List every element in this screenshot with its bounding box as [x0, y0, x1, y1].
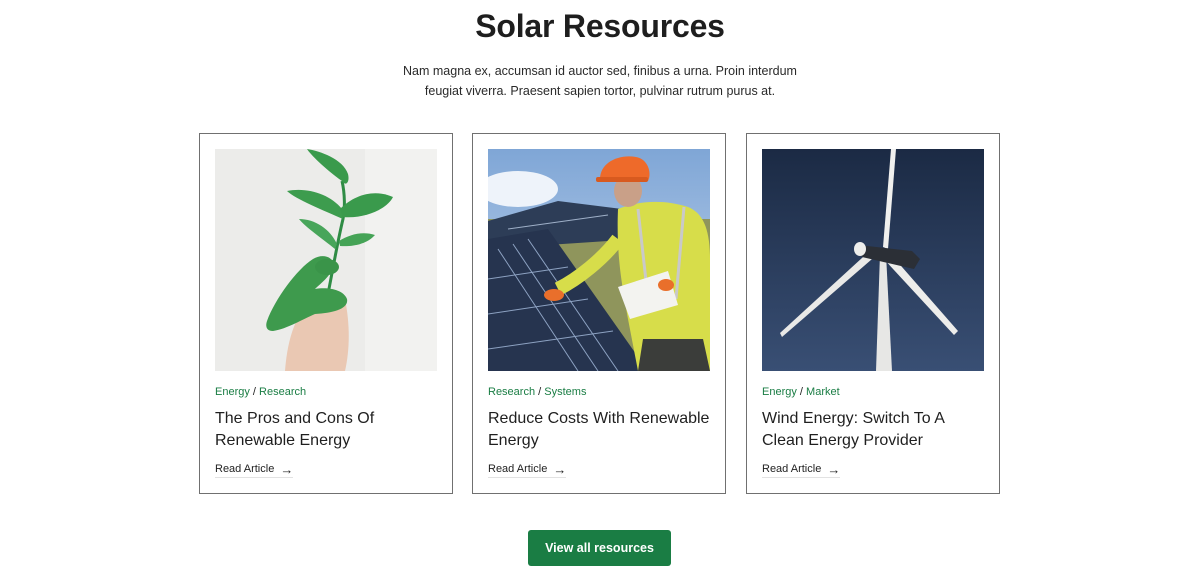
resource-card[interactable]: Energy / Research The Pros and Cons Of R… [199, 133, 453, 494]
section-description: Nam magna ex, accumsan id auctor sed, fi… [403, 64, 797, 98]
card-image-wind-turbine[interactable] [762, 149, 984, 371]
card-image-solar-worker[interactable] [488, 149, 710, 371]
category-link[interactable]: Energy [762, 386, 797, 398]
wind-turbine-image [762, 149, 984, 371]
resource-card[interactable]: Research / Systems Reduce Costs With Ren… [472, 133, 726, 494]
view-all-resources-button[interactable]: View all resources [528, 530, 671, 566]
arrow-right-icon: → [280, 461, 294, 477]
resource-card[interactable]: Energy / Market Wind Energy: Switch To A… [746, 133, 1000, 494]
category-link[interactable]: Market [806, 386, 840, 398]
arrow-right-icon: → [827, 461, 841, 477]
read-article-link[interactable]: Read Article → [215, 461, 294, 478]
read-article-link[interactable]: Read Article → [762, 461, 841, 478]
category-link[interactable]: Research [259, 386, 306, 398]
resource-cards: Energy / Research The Pros and Cons Of R… [199, 133, 1001, 494]
card-categories: Research / Systems [488, 386, 586, 398]
read-article-label: Read Article [215, 463, 275, 475]
card-image-plant[interactable] [215, 149, 437, 371]
card-title[interactable]: Reduce Costs With Renewable Energy [488, 408, 714, 452]
solar-worker-image [488, 149, 710, 371]
card-title[interactable]: The Pros and Cons Of Renewable Energy [215, 408, 441, 452]
category-link[interactable]: Research [488, 386, 535, 398]
category-link[interactable]: Systems [544, 386, 586, 398]
plant-image [215, 149, 437, 371]
read-article-label: Read Article [488, 463, 548, 475]
card-categories: Energy / Market [762, 386, 840, 398]
read-article-label: Read Article [762, 463, 822, 475]
arrow-right-icon: → [553, 461, 567, 477]
read-article-link[interactable]: Read Article → [488, 461, 567, 478]
category-link[interactable]: Energy [215, 386, 250, 398]
card-categories: Energy / Research [215, 386, 306, 398]
card-title[interactable]: Wind Energy: Switch To A Clean Energy Pr… [762, 408, 988, 452]
section-title: Solar Resources [475, 8, 725, 44]
